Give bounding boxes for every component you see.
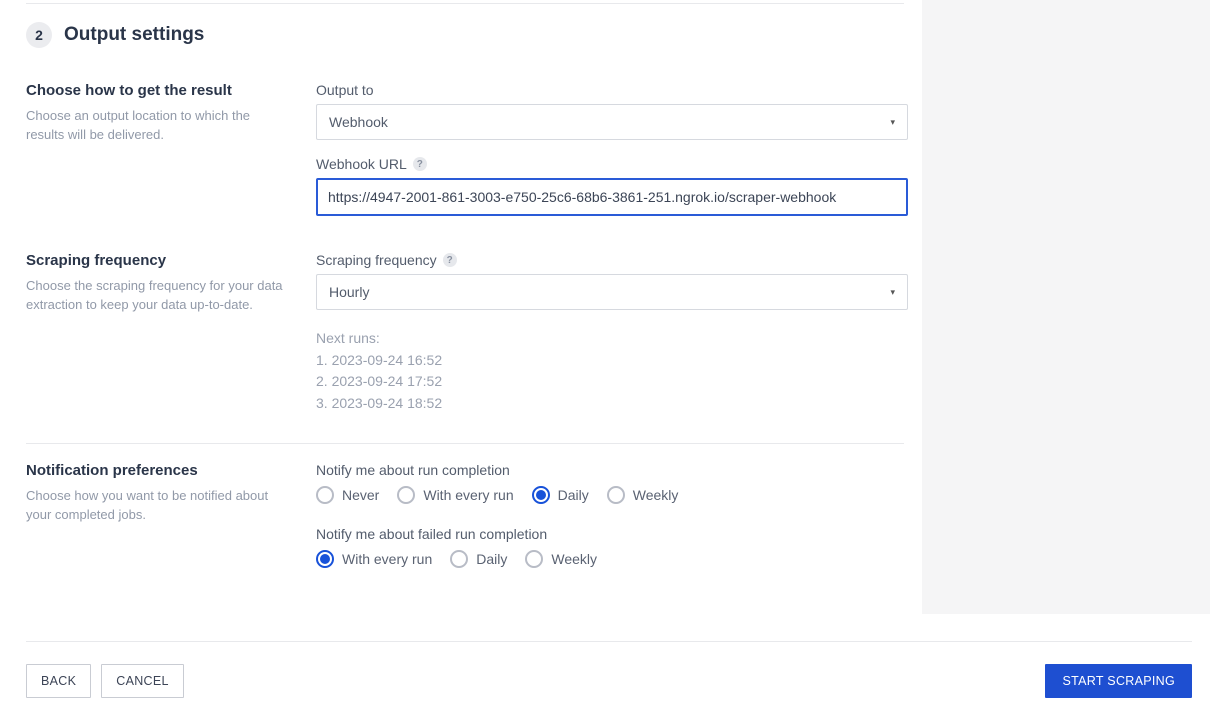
failed-radio-group: With every run Daily Weekly (316, 550, 908, 568)
failed-radio[interactable]: Weekly (525, 550, 597, 568)
chevron-down-icon: ▾ (890, 287, 895, 298)
radio-label: Weekly (551, 551, 597, 567)
frequency-label-text: Scraping frequency (316, 252, 437, 268)
radio-icon (525, 550, 543, 568)
next-runs: Next runs: 1. 2023-09-24 16:52 2. 2023-0… (316, 328, 908, 415)
cancel-button[interactable]: CANCEL (101, 664, 184, 698)
help-icon[interactable]: ? (443, 253, 457, 267)
completion-radio[interactable]: Never (316, 486, 379, 504)
next-runs-label: Next runs: (316, 328, 908, 350)
failed-radio[interactable]: Daily (450, 550, 507, 568)
start-scraping-button[interactable]: START SCRAPING (1045, 664, 1192, 698)
completion-radio-group: Never With every run Daily Weekly (316, 486, 908, 504)
failed-radio[interactable]: With every run (316, 550, 432, 568)
chevron-down-icon: ▾ (890, 117, 895, 128)
radio-label: Daily (476, 551, 507, 567)
completion-radio[interactable]: Weekly (607, 486, 679, 504)
completion-label-text: Notify me about run completion (316, 462, 510, 478)
next-run-item: 1. 2023-09-24 16:52 (316, 350, 908, 372)
section-notifications: Notification preferences Choose how you … (26, 462, 922, 590)
frequency-value: Hourly (329, 284, 369, 300)
step-title: Output settings (64, 24, 204, 46)
output-title: Choose how to get the result (26, 82, 286, 99)
top-divider (26, 3, 904, 4)
section-divider (26, 443, 904, 444)
section-output: Choose how to get the result Choose an o… (26, 82, 922, 216)
next-run-item: 2. 2023-09-24 17:52 (316, 371, 908, 393)
notifications-desc: Choose how you want to be notified about… (26, 487, 286, 525)
radio-label: With every run (342, 551, 432, 567)
radio-icon (607, 486, 625, 504)
frequency-select[interactable]: Hourly ▾ (316, 274, 908, 310)
completion-radio[interactable]: With every run (397, 486, 513, 504)
radio-label: With every run (423, 487, 513, 503)
frequency-desc: Choose the scraping frequency for your d… (26, 277, 286, 315)
back-button[interactable]: BACK (26, 664, 91, 698)
frequency-title: Scraping frequency (26, 252, 286, 269)
radio-icon (450, 550, 468, 568)
output-to-value: Webhook (329, 114, 388, 130)
radio-icon (316, 550, 334, 568)
help-icon[interactable]: ? (413, 157, 427, 171)
output-desc: Choose an output location to which the r… (26, 107, 286, 145)
webhook-url-input[interactable] (316, 178, 908, 216)
radio-label: Weekly (633, 487, 679, 503)
webhook-url-label-text: Webhook URL (316, 156, 407, 172)
output-to-label: Output to (316, 82, 908, 98)
radio-icon (397, 486, 415, 504)
notifications-title: Notification preferences (26, 462, 286, 479)
main-form: 2 Output settings Choose how to get the … (0, 0, 922, 720)
output-to-select[interactable]: Webhook ▾ (316, 104, 908, 140)
step-header: 2 Output settings (26, 22, 922, 48)
frequency-label: Scraping frequency ? (316, 252, 908, 268)
step-badge: 2 (26, 22, 52, 48)
section-frequency: Scraping frequency Choose the scraping f… (26, 252, 922, 415)
output-to-label-text: Output to (316, 82, 374, 98)
footer: BACK CANCEL START SCRAPING (26, 641, 1192, 698)
side-panel (922, 0, 1210, 614)
failed-label-text: Notify me about failed run completion (316, 526, 547, 542)
radio-label: Daily (558, 487, 589, 503)
radio-icon (532, 486, 550, 504)
webhook-url-label: Webhook URL ? (316, 156, 908, 172)
next-run-item: 3. 2023-09-24 18:52 (316, 393, 908, 415)
radio-icon (316, 486, 334, 504)
failed-label: Notify me about failed run completion (316, 526, 908, 542)
radio-label: Never (342, 487, 379, 503)
completion-label: Notify me about run completion (316, 462, 908, 478)
completion-radio[interactable]: Daily (532, 486, 589, 504)
